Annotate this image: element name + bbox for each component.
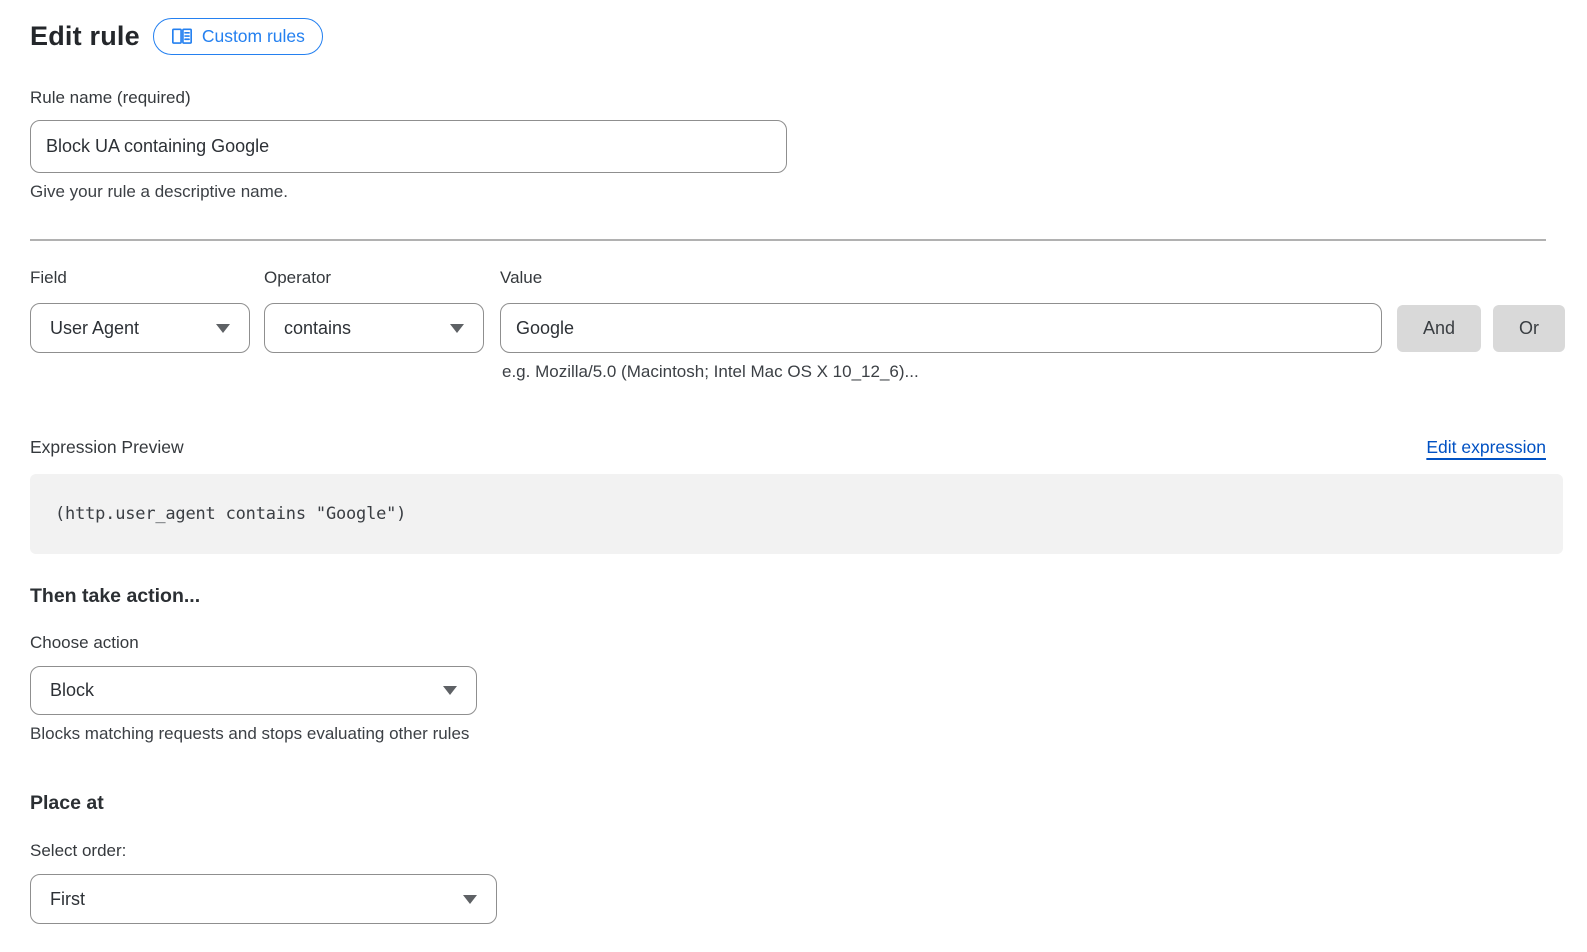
place-at-heading: Place at <box>30 792 1565 815</box>
action-help: Blocks matching requests and stops evalu… <box>30 723 1565 745</box>
edit-expression-link[interactable]: Edit expression <box>1426 437 1546 458</box>
chevron-down-icon <box>463 895 477 904</box>
chevron-down-icon <box>216 324 230 333</box>
operator-dropdown[interactable]: contains <box>264 303 484 353</box>
field-selected-value: User Agent <box>50 318 139 339</box>
choose-action-label: Choose action <box>30 632 1565 654</box>
expression-preview-box: (http.user_agent contains "Google") <box>30 474 1563 554</box>
chevron-down-icon <box>443 686 457 695</box>
action-section: Then take action... Choose action Block … <box>30 585 1565 745</box>
rule-name-help: Give your rule a descriptive name. <box>30 181 1565 203</box>
page-title: Edit rule <box>30 21 140 52</box>
order-selected-value: First <box>50 889 85 910</box>
rule-name-input[interactable] <box>30 120 787 173</box>
field-dropdown[interactable]: User Agent <box>30 303 250 353</box>
rule-name-section: Rule name (required) Give your rule a de… <box>30 87 1565 203</box>
field-label: Field <box>30 267 250 289</box>
or-button[interactable]: Or <box>1493 305 1565 352</box>
expression-preview-code: (http.user_agent contains "Google") <box>30 504 406 524</box>
value-help: e.g. Mozilla/5.0 (Macintosh; Intel Mac O… <box>502 361 919 383</box>
expression-builder-row: Field User Agent Operator contains Value… <box>30 267 1565 353</box>
operator-selected-value: contains <box>284 318 351 339</box>
action-selected-value: Block <box>50 680 94 701</box>
and-button[interactable]: And <box>1397 305 1481 352</box>
edit-rule-page: Edit rule Custom rules Rule name (requir… <box>0 0 1587 952</box>
field-column: Field User Agent <box>30 267 250 353</box>
page-header: Edit rule Custom rules <box>30 18 1565 55</box>
value-column: Value e.g. Mozilla/5.0 (Macintosh; Intel… <box>500 267 1382 353</box>
section-divider <box>30 239 1546 241</box>
action-dropdown[interactable]: Block <box>30 666 477 715</box>
placement-section: Place at Select order: First <box>30 792 1565 924</box>
operator-label: Operator <box>264 267 484 289</box>
expression-preview-label: Expression Preview <box>30 437 184 458</box>
operator-column: Operator contains <box>264 267 484 353</box>
rule-name-label: Rule name (required) <box>30 87 1565 109</box>
custom-rules-button[interactable]: Custom rules <box>153 18 323 55</box>
value-input[interactable] <box>500 303 1382 353</box>
chevron-down-icon <box>450 324 464 333</box>
select-order-label: Select order: <box>30 840 1565 862</box>
custom-rules-label: Custom rules <box>202 26 305 47</box>
book-icon <box>171 27 193 46</box>
expression-preview-header: Expression Preview Edit expression <box>30 437 1546 458</box>
value-label: Value <box>500 267 1382 289</box>
order-dropdown[interactable]: First <box>30 874 497 924</box>
action-heading: Then take action... <box>30 585 1565 608</box>
